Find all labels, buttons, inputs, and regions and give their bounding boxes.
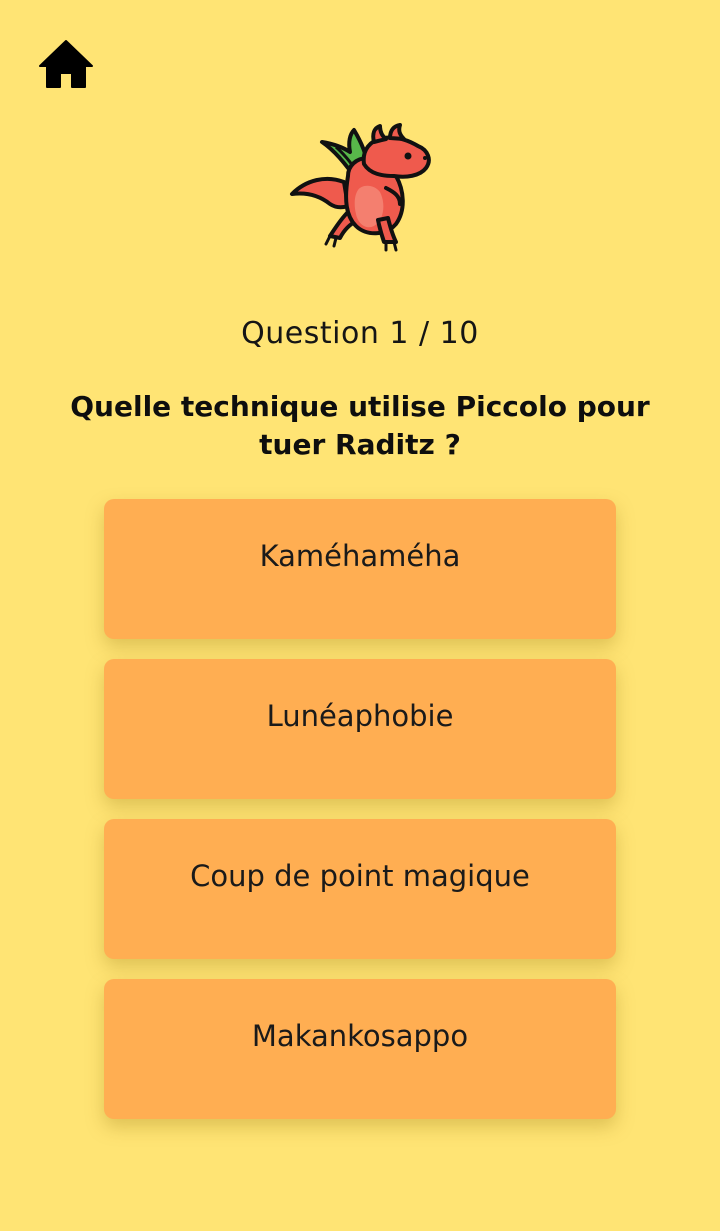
question-text: Quelle technique utilise Piccolo pour tu… — [70, 390, 650, 461]
home-button[interactable] — [38, 36, 94, 92]
answer-button[interactable]: Makankosappo — [104, 979, 616, 1119]
answer-list: Kaméhaméha Lunéaphobie Coup de point mag… — [104, 499, 616, 1139]
dragon-mascot — [286, 120, 436, 255]
answer-button[interactable]: Lunéaphobie — [104, 659, 616, 799]
dragon-icon — [290, 123, 431, 252]
question-counter: Question 1 / 10 — [241, 316, 479, 351]
answer-button[interactable]: Kaméhaméha — [104, 499, 616, 639]
home-icon — [39, 40, 93, 88]
answer-button[interactable]: Coup de point magique — [104, 819, 616, 959]
